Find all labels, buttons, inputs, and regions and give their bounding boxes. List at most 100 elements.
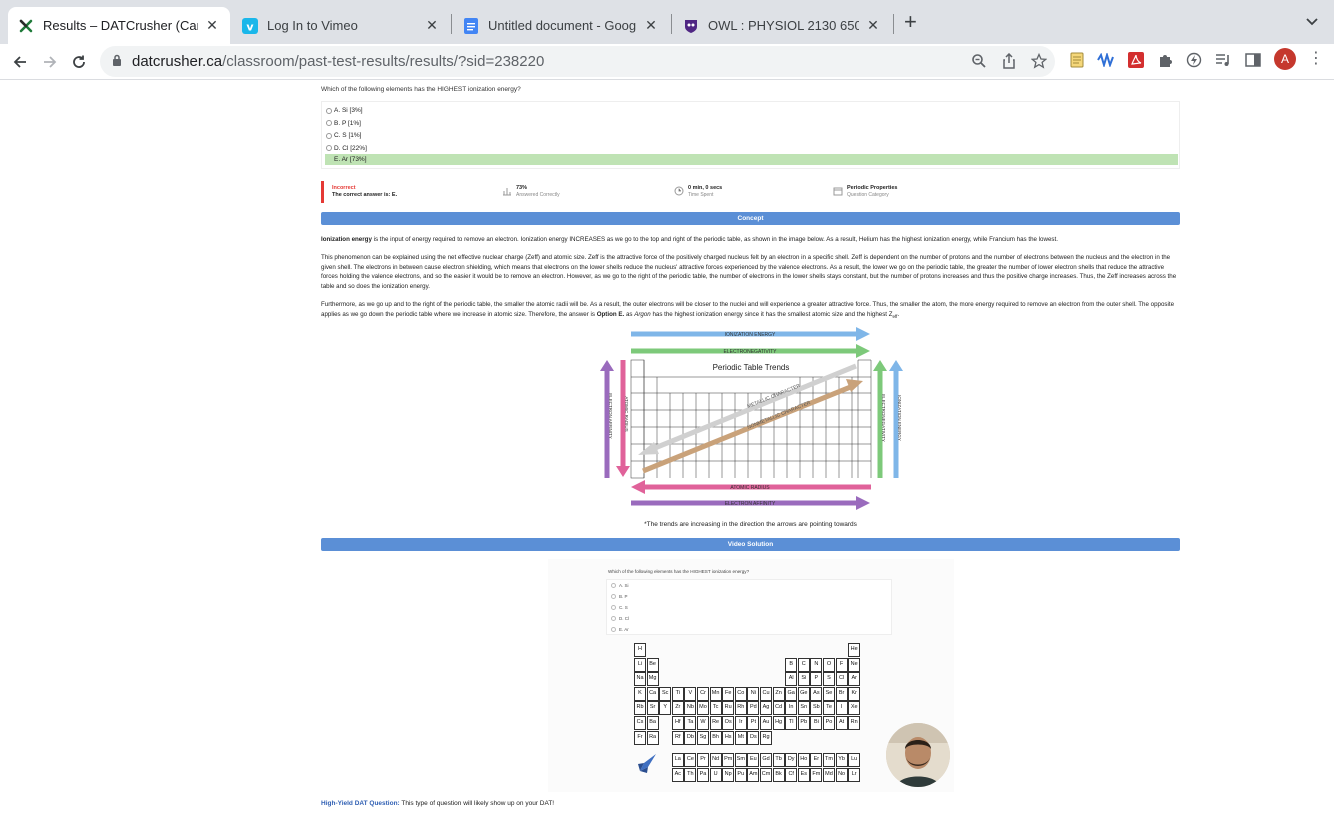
element-cell: Ho: [797, 753, 810, 768]
more-menu-icon[interactable]: ⋮: [1308, 48, 1324, 68]
element-cell: Cm: [760, 767, 772, 782]
element-cell: P: [810, 672, 823, 687]
element-cell: Ra: [646, 730, 659, 745]
element-cell: Y: [659, 701, 672, 716]
element-cell: U: [709, 767, 722, 782]
element-cell: Mt: [734, 730, 747, 745]
element-cell: Md: [823, 767, 835, 782]
element-cell: Db: [684, 730, 697, 745]
close-icon[interactable]: ✕: [643, 17, 659, 34]
element-cell: Br: [835, 686, 848, 701]
tab-vimeo[interactable]: v Log In to Vimeo ✕: [232, 7, 450, 44]
radio-icon[interactable]: [326, 107, 332, 114]
element-cell: Fm: [810, 767, 823, 782]
element-cell: N: [810, 657, 823, 672]
close-icon[interactable]: ✕: [865, 17, 881, 34]
video-option: E. Ar: [611, 627, 629, 632]
element-cell: Ga: [785, 686, 798, 701]
element-cell: F: [835, 657, 848, 672]
share-icon[interactable]: [1000, 52, 1018, 71]
extension-notes-icon[interactable]: [1067, 50, 1087, 70]
element-cell: Nb: [684, 701, 697, 716]
element-cell: Cd: [772, 701, 785, 716]
video-question-text: Which of the following elements has the …: [608, 569, 750, 574]
element-cell: Sm: [734, 753, 747, 768]
tab-google-docs[interactable]: Untitled document - Google Do ✕: [453, 7, 669, 44]
option-c[interactable]: C. S [1%]: [326, 130, 361, 141]
side-panel-icon[interactable]: [1243, 50, 1263, 70]
tab-search-icon[interactable]: [1306, 14, 1318, 29]
element-cell: W: [697, 716, 709, 730]
element-cell: No: [835, 767, 848, 782]
element-cell: Bh: [709, 730, 722, 745]
element-cell: Ne: [848, 657, 861, 672]
element-cell: Pb: [797, 716, 810, 730]
result-stats: Incorrect The correct answer is: E. 73% …: [321, 181, 1180, 203]
back-icon[interactable]: [7, 49, 33, 75]
element-cell: Lu: [848, 753, 861, 768]
video-solution-header[interactable]: Video Solution: [321, 538, 1180, 551]
svg-text:ELECTRON AFFINITY: ELECTRON AFFINITY: [608, 393, 613, 439]
trends-title: Periodic Table Trends: [713, 363, 790, 372]
element-cell: La: [671, 753, 684, 768]
element-cell: Co: [734, 686, 747, 701]
profile-avatar[interactable]: A: [1274, 48, 1296, 70]
calendar-icon: [833, 187, 843, 196]
element-cell: Ag: [760, 701, 772, 716]
radio-icon[interactable]: [326, 145, 332, 151]
tab-owl[interactable]: OWL : PHYSIOL 2130 650 SU2 ✕: [673, 7, 891, 44]
address-bar[interactable]: datcrusher.ca/classroom/past-test-result…: [100, 46, 1055, 77]
radio-icon[interactable]: [326, 120, 332, 126]
question-text: Which of the following elements has the …: [321, 86, 521, 93]
time-spent: 0 min, 0 secs Time Spent: [674, 185, 722, 199]
element-cell: Cr: [697, 686, 709, 701]
lock-icon[interactable]: [112, 54, 122, 72]
media-queue-icon[interactable]: [1213, 50, 1233, 70]
element-cell: Er: [810, 753, 823, 768]
element-cell: B: [785, 657, 798, 672]
element-cell: S: [823, 672, 835, 687]
option-d[interactable]: D. Cl [22%]: [326, 143, 367, 154]
option-b[interactable]: B. P [1%]: [326, 118, 361, 129]
element-cell: Li: [634, 657, 646, 672]
reload-icon[interactable]: [66, 49, 92, 75]
google-docs-icon: [463, 17, 479, 34]
svg-text:v: v: [246, 20, 254, 33]
radio-icon[interactable]: [326, 132, 332, 139]
concept-header[interactable]: Concept: [321, 212, 1180, 225]
video-options: A. Si B. P C. S D. Cl E. Ar: [606, 579, 892, 635]
close-icon[interactable]: ✕: [204, 17, 220, 34]
element-cell: Rb: [634, 701, 646, 716]
zoom-icon[interactable]: [970, 53, 988, 71]
extensions-puzzle-icon[interactable]: [1155, 50, 1175, 70]
new-tab-button[interactable]: +: [904, 11, 917, 33]
element-cell: Ce: [684, 753, 697, 768]
element-cell: He: [848, 643, 861, 657]
electronegativity-vertical-arrow: ELECTRONEGATIVITY: [873, 360, 887, 478]
element-cell: Eu: [747, 753, 760, 768]
tab-title: Log In to Vimeo: [267, 18, 358, 33]
svg-text:ATOMIC RADIUS: ATOMIC RADIUS: [730, 485, 770, 491]
element-cell: Na: [634, 672, 646, 687]
element-cell: Es: [797, 767, 810, 782]
option-a[interactable]: A. Si [3%]: [326, 105, 363, 116]
element-cell: Gd: [760, 753, 772, 768]
extension-wave-icon[interactable]: [1096, 50, 1116, 70]
video-option: A. Si: [611, 583, 629, 588]
forward-icon[interactable]: [37, 49, 63, 75]
element-cell: Fe: [722, 686, 735, 701]
svg-text:ELECTRONEGATIVITY: ELECTRONEGATIVITY: [881, 394, 886, 442]
video-player[interactable]: Which of the following elements has the …: [548, 559, 954, 792]
element-cell: Nd: [709, 753, 722, 768]
extension-pdf-icon[interactable]: [1126, 50, 1146, 70]
bookmark-star-icon[interactable]: [1030, 52, 1048, 71]
tab-datcrusher[interactable]: Results – DATCrusher (Canadia ✕: [8, 7, 230, 44]
close-icon[interactable]: ✕: [424, 17, 440, 34]
option-e-correct[interactable]: E. Ar [73%]: [325, 154, 1178, 165]
element-cell: Se: [823, 686, 835, 701]
extension-bolt-icon[interactable]: [1184, 50, 1204, 70]
ionization-energy-arrow: IONIZATION ENERGY: [631, 327, 870, 341]
element-cell: Tc: [709, 701, 722, 716]
element-cell: Ta: [684, 716, 697, 730]
electron-affinity-arrow: ELECTRON AFFINITY: [631, 496, 870, 510]
